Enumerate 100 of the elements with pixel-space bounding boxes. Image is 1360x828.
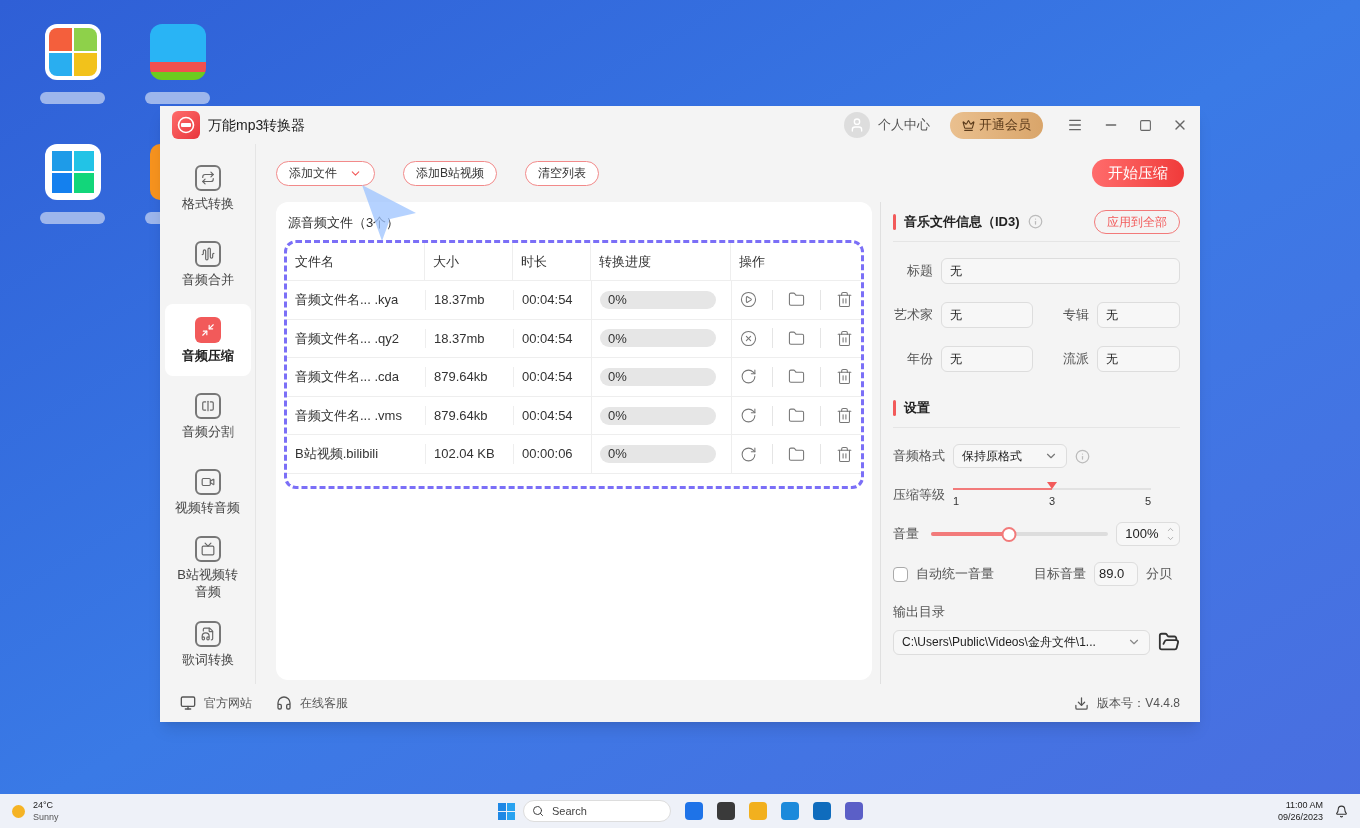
target-volume-field[interactable]: 89.0 — [1094, 562, 1138, 586]
sidebar-item[interactable]: 视频转音频 — [164, 456, 251, 528]
text-field[interactable]: 无 — [941, 346, 1033, 372]
search-field[interactable]: Search — [523, 800, 671, 822]
field-label: 音频格式 — [893, 447, 945, 466]
windows-app-icon[interactable] — [45, 144, 101, 200]
clock-time: 11:00 AM — [1284, 799, 1323, 811]
volume-slider[interactable] — [930, 526, 1109, 542]
level-marker[interactable] — [1047, 482, 1057, 489]
toolbar-button[interactable]: 添加B站视频 — [403, 160, 497, 186]
progress-bar: 0% — [600, 329, 716, 348]
field-label: 标题 — [906, 262, 933, 281]
file-name: 音频文件名... .vms — [294, 406, 403, 425]
app-logo-icon — [172, 111, 200, 139]
delete-icon[interactable] — [836, 445, 854, 463]
icon-label-bar — [40, 92, 105, 104]
progress-bar: 0% — [600, 406, 716, 425]
maximize-icon[interactable] — [1139, 118, 1152, 132]
progress-bar: 0% — [600, 368, 716, 386]
field-label: 音量 — [893, 525, 920, 544]
tick-label: 3 — [1048, 494, 1056, 509]
text-field[interactable]: 无 — [941, 302, 1033, 328]
tv-icon — [194, 536, 221, 562]
slider-thumb[interactable] — [1001, 526, 1017, 542]
column-header: 大小 — [425, 243, 513, 280]
format-dropdown[interactable]: 保持原格式 — [953, 444, 1067, 468]
zip-app-icon[interactable] — [150, 24, 206, 80]
download-icon[interactable] — [1074, 695, 1090, 711]
user-center-link[interactable]: 个人中心 — [878, 115, 930, 135]
field-label: 目标音量 — [1034, 565, 1086, 584]
sidebar-item[interactable]: 音频合并 — [164, 228, 251, 300]
file-duration: 00:04:54 — [513, 367, 591, 387]
checkbox-label: 自动统一音量 — [916, 565, 994, 584]
unit-label: 分贝 — [1146, 565, 1172, 584]
delete-icon[interactable] — [836, 329, 854, 347]
file-name: 音频文件名... .kya — [294, 291, 400, 310]
progress-bar: 0% — [600, 445, 716, 464]
column-header: 时长 — [513, 243, 591, 280]
notification-icon[interactable] — [1335, 804, 1348, 818]
file-size: 879.64kb — [425, 405, 513, 426]
play-icon[interactable] — [739, 291, 757, 309]
text-field[interactable]: 无 — [1096, 302, 1180, 328]
split-icon — [194, 392, 221, 419]
start-icon[interactable] — [498, 802, 515, 820]
delete-icon[interactable] — [836, 291, 854, 309]
dropdown-button[interactable]: 添加文件 — [276, 160, 375, 186]
field-label: 压缩等级 — [893, 486, 945, 505]
weather-temp: 24°C — [33, 799, 55, 811]
cancel-icon[interactable] — [739, 329, 757, 347]
column-header: 操作 — [738, 252, 766, 271]
compression-slider[interactable]: 1 3 5 — [953, 480, 1151, 510]
file-name: 音频文件名... .qy2 — [294, 329, 401, 348]
file-duration: 00:04:54 — [513, 328, 591, 349]
file-duration: 00:04:54 — [513, 405, 591, 426]
field-label: 年份 — [906, 350, 933, 369]
icon-label-bar — [145, 92, 210, 104]
headset-icon[interactable] — [276, 695, 292, 711]
retry-icon[interactable] — [739, 407, 757, 425]
field-label: 艺术家 — [893, 306, 933, 325]
weather-text: Sunny — [33, 811, 59, 823]
file-duration: 00:04:54 — [513, 290, 591, 310]
text-field[interactable]: 无 — [1096, 346, 1180, 372]
convert-icon — [194, 164, 221, 191]
tick-label: 1 — [953, 494, 960, 509]
icon-label-bar — [40, 212, 105, 224]
window-title: 万能mp3转换器 — [208, 115, 306, 135]
file-name: B站视频.bilibili — [294, 445, 380, 464]
output-path-dropdown[interactable]: C:\Users\Public\Videos\金舟文件\1... — [893, 629, 1151, 655]
support-link[interactable]: 在线客服 — [300, 694, 348, 712]
icon-label-bar — [145, 212, 160, 224]
file-name: 音频文件名... .cda — [294, 368, 401, 387]
delete-icon[interactable] — [836, 368, 854, 386]
search-icon — [532, 805, 544, 817]
field-label: 输出目录 — [893, 603, 946, 621]
sidebar-item[interactable]: 格式转换 — [164, 152, 251, 224]
retry-icon[interactable] — [739, 445, 757, 463]
toolbar-button[interactable]: 清空列表 — [525, 160, 599, 186]
clock-date: 09/26/2023 — [1277, 811, 1323, 823]
website-link[interactable]: 官方网站 — [204, 694, 252, 712]
file-duration: 00:00:06 — [513, 444, 591, 464]
sidebar-item[interactable]: 音频分割 — [164, 380, 251, 452]
checkbox[interactable] — [893, 566, 908, 582]
version-label: 版本号：V4.4.8 — [1097, 695, 1180, 712]
vip-button[interactable]: 开通会员 — [950, 111, 1043, 139]
compress-icon — [194, 316, 221, 343]
sidebar-item[interactable]: 歌词转换 — [164, 608, 251, 680]
progress-bar: 0% — [600, 290, 716, 309]
file-size: 879.64kb — [425, 367, 513, 387]
volume-field[interactable]: 100% — [1116, 522, 1180, 546]
text-field[interactable]: 无 — [941, 258, 1180, 284]
file-size: 18.37mb — [425, 328, 513, 349]
sidebar-item[interactable]: 音频压缩 — [164, 304, 251, 376]
sidebar-item[interactable]: B站视频转音频 — [164, 532, 251, 604]
retry-icon[interactable] — [739, 368, 757, 386]
delete-icon[interactable] — [836, 407, 854, 425]
monitor-icon[interactable] — [180, 695, 196, 711]
menu-icon[interactable] — [1067, 117, 1083, 133]
crown-icon — [962, 118, 975, 132]
section-title: 音乐文件信息（ID3) — [904, 212, 1020, 231]
column-header: 转换进度 — [591, 243, 731, 280]
